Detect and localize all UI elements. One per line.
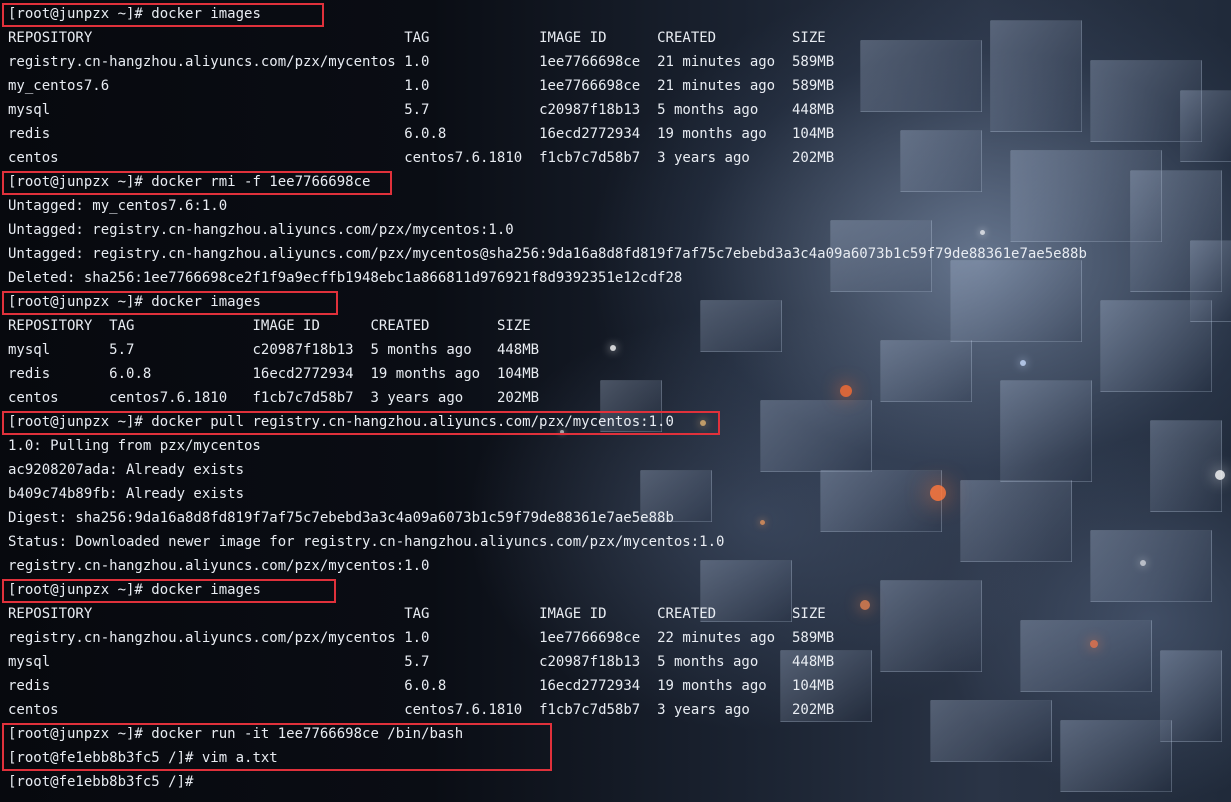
output-line: ac9208207ada: Already exists [8,462,245,478]
table-cell: f1cb7c7d58b7 [539,702,641,718]
table-cell: 16ecd2772934 [252,366,354,382]
table-cell: CREATED [370,318,430,334]
table-cell: centos [8,390,59,406]
table-cell: centos [8,702,59,718]
table-cell: REPOSITORY [8,30,93,46]
table-cell: IMAGE ID [252,318,320,334]
table-cell: 1.0 [404,54,430,70]
table-cell: mysql [8,342,51,358]
highlight-box [2,171,392,195]
table-cell: 1ee7766698ce [539,54,641,70]
table-cell: 1.0 [404,630,430,646]
highlight-box [2,3,324,27]
output-line: Untagged: registry.cn-hangzhou.aliyuncs.… [8,246,1087,262]
table-cell: redis [8,678,51,694]
output-line: Digest: sha256:9da16a8d8fd819f7af75c7ebe… [8,510,674,526]
table-cell: 5 months ago [370,342,472,358]
table-cell: c20987f18b13 [539,102,641,118]
table-cell: IMAGE ID [539,30,607,46]
table-cell: 5 months ago [657,102,759,118]
shell-prompt-line: [root@fe1ebb8b3fc5 /]# [8,774,194,790]
table-cell: redis [8,126,51,142]
table-cell: 589MB [791,54,835,70]
output-line: Untagged: registry.cn-hangzhou.aliyuncs.… [8,222,514,238]
output-line: Untagged: my_centos7.6:1.0 [8,198,228,214]
table-cell: 6.0.8 [404,126,447,142]
table-cell: CREATED [657,30,717,46]
table-cell: centos [8,150,59,166]
table-cell: c20987f18b13 [539,654,641,670]
table-cell: 19 months ago [657,678,767,694]
table-cell: registry.cn-hangzhou.aliyuncs.com/pzx/my… [8,630,396,646]
table-cell: 1ee7766698ce [539,78,641,94]
table-cell: registry.cn-hangzhou.aliyuncs.com/pzx/my… [8,54,396,70]
table-cell: 104MB [496,366,540,382]
table-cell: 21 minutes ago [657,54,776,70]
table-cell: 104MB [791,126,835,142]
table-cell: 19 months ago [657,126,767,142]
table-cell: 448MB [791,102,835,118]
table-cell: 202MB [791,150,835,166]
table-cell: 104MB [791,678,835,694]
table-cell: centos7.6.1810 [404,150,523,166]
table-cell: SIZE [791,30,826,46]
table-cell: 21 minutes ago [657,78,776,94]
table-cell: TAG [404,606,430,622]
table-cell: TAG [404,30,430,46]
table-cell: 448MB [496,342,540,358]
table-cell: my_centos7.6 [8,78,110,94]
table-cell: mysql [8,654,51,670]
table-cell: centos7.6.1810 [109,390,228,406]
table-cell: TAG [109,318,135,334]
table-cell: c20987f18b13 [252,342,354,358]
table-cell: 589MB [791,630,835,646]
terminal-window[interactable]: [root@junpzx ~]# docker images REPOSITORY… [2,2,1231,802]
table-cell: 202MB [496,390,540,406]
table-cell: f1cb7c7d58b7 [252,390,354,406]
table-cell: 6.0.8 [404,678,447,694]
output-line: registry.cn-hangzhou.aliyuncs.com/pzx/my… [8,558,430,574]
table-cell: CREATED [657,606,717,622]
table-cell: centos7.6.1810 [404,702,523,718]
table-cell: IMAGE ID [539,606,607,622]
highlight-box [2,579,336,603]
table-cell: REPOSITORY [8,606,93,622]
table-cell: mysql [8,102,51,118]
highlight-box [2,723,552,771]
table-cell: 589MB [791,78,835,94]
table-cell: 3 years ago [657,150,750,166]
table-cell: SIZE [791,606,826,622]
table-cell: 6.0.8 [109,366,152,382]
highlight-box [2,411,720,435]
table-cell: 448MB [791,654,835,670]
table-cell: 3 years ago [370,390,464,406]
table-cell: 202MB [791,702,835,718]
table-cell: SIZE [496,318,531,334]
table-cell: 5 months ago [657,654,759,670]
table-cell: redis [8,366,51,382]
highlight-box [2,291,338,315]
table-cell: 22 minutes ago [657,630,776,646]
output-line: b409c74b89fb: Already exists [8,486,245,502]
table-cell: 16ecd2772934 [539,678,641,694]
table-cell: 1ee7766698ce [539,630,641,646]
table-cell: 16ecd2772934 [539,126,641,142]
table-cell: 1.0 [404,78,430,94]
output-line: 1.0: Pulling from pzx/mycentos [8,438,261,454]
table-cell: 19 months ago [370,366,481,382]
table-cell: 5.7 [109,342,135,358]
table-cell: REPOSITORY [8,318,93,334]
output-line: Deleted: sha256:1ee7766698ce2f1f9a9ecffb… [8,270,683,286]
output-line: Status: Downloaded newer image for regis… [8,534,725,550]
table-cell: 5.7 [404,654,430,670]
table-cell: f1cb7c7d58b7 [539,150,641,166]
table-cell: 5.7 [404,102,430,118]
table-cell: 3 years ago [657,702,750,718]
